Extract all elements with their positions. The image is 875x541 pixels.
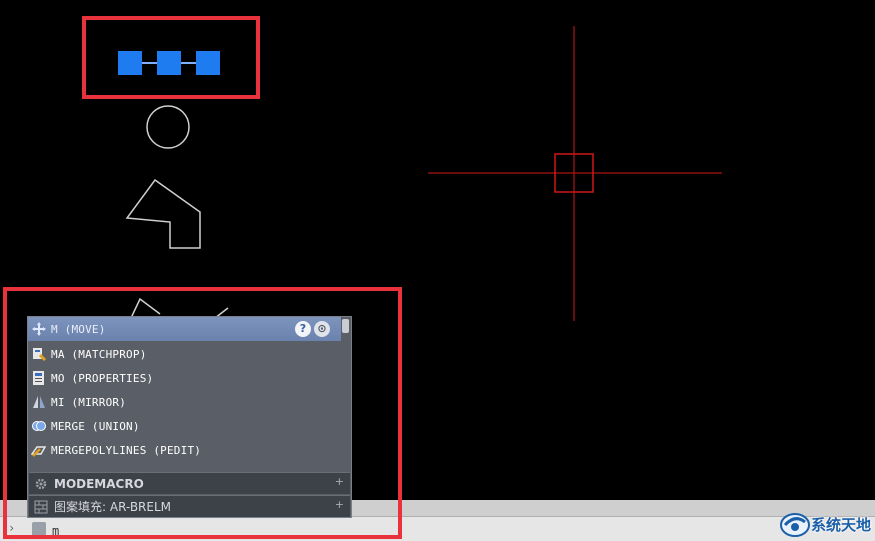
circle-shape[interactable] — [146, 105, 190, 149]
crosshair-cursor — [428, 26, 722, 321]
watermark-icon — [779, 513, 810, 537]
highlight-box-autocomplete — [3, 287, 402, 539]
pentagon-shape[interactable] — [125, 178, 201, 249]
watermark-text: 系统天地 — [810, 515, 871, 534]
watermark-logo: 系统天地 — [779, 510, 871, 538]
highlight-box-grips — [82, 16, 260, 99]
